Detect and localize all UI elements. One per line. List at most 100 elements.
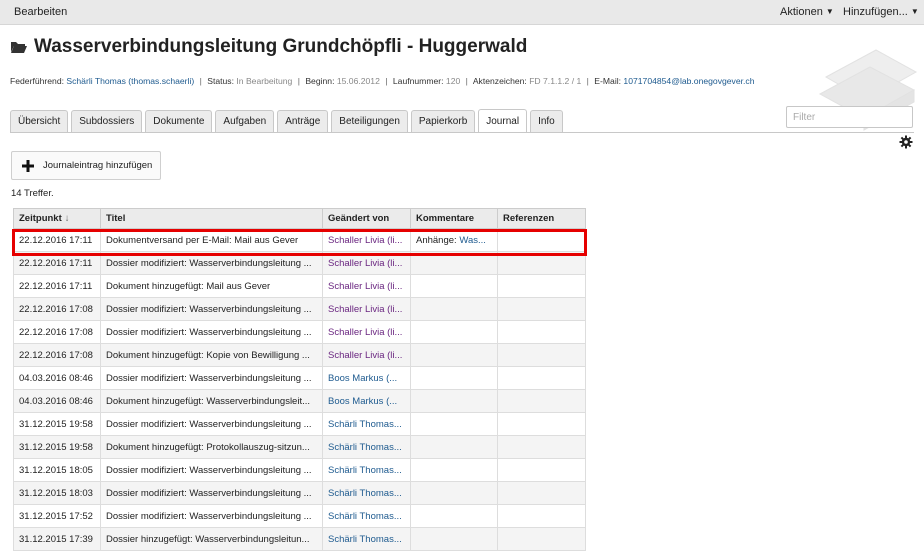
cell-title: Dokumentversand per E-Mail: Mail aus Gev… [100,228,323,252]
table-row: 31.12.2015 18:03 Dossier modifiziert: Was… [13,481,586,505]
cell-references [497,228,586,252]
divider: | [297,76,300,86]
top-bar: Bearbeiten Aktionen ▼ Hinzufügen... ▼ [0,0,924,25]
journal-table: Zeitpunkt ↓ Titel Geändert von Kommentare… [13,208,586,551]
changed-by-link[interactable]: Schaller Livia (li... [328,304,402,315]
cell-time: 31.12.2015 18:05 [13,458,101,482]
cell-changed-by: Schärli Thomas... [322,458,411,482]
cell-comment [410,504,498,528]
tab-subdossiers[interactable]: Subdossiers [71,110,143,132]
column-header-time[interactable]: Zeitpunkt ↓ [13,208,101,229]
cell-changed-by: Boos Markus (... [322,366,411,390]
table-row: 22.12.2016 17:11 Dokumentversand per E-Ma… [13,228,586,252]
table-row: 04.03.2016 08:46 Dossier modifiziert: Was… [13,366,586,390]
column-header-comments[interactable]: Kommentare [410,208,498,229]
number-value: 120 [445,76,461,86]
cell-comment [410,458,498,482]
cell-title: Dokument hinzugefügt: Protokollauszug-si… [100,435,323,459]
add-menu[interactable]: Hinzufügen... ▼ [843,6,919,18]
tab-trash[interactable]: Papierkorb [410,110,476,132]
cell-comment [410,320,498,344]
page-title: Wasserverbindungsleitung Grundchöpfli - … [34,36,528,57]
cell-references [497,412,586,436]
cell-time: 04.03.2016 08:46 [13,389,101,413]
cell-references [497,274,586,298]
column-header-time-label: Zeitpunkt [19,213,62,224]
cell-title: Dokument hinzugefügt: Wasserverbindungsl… [100,389,323,413]
tab-participations[interactable]: Beteiligungen [331,110,408,132]
table-row: 22.12.2016 17:11 Dokument hinzugefügt: Ma… [13,274,586,298]
cell-comment [410,481,498,505]
cell-changed-by: Schärli Thomas... [322,412,411,436]
page-header: Wasserverbindungsleitung Grundchöpfli - … [10,34,527,60]
start-value: 15.06.2012 [336,76,380,86]
changed-by-link[interactable]: Schärli Thomas... [328,419,402,430]
tab-journal[interactable]: Journal [478,109,528,132]
comment-attachment-link[interactable]: Was... [459,235,486,246]
cell-comment [410,435,498,459]
cell-title: Dossier modifiziert: Wasserverbindungsle… [100,297,323,321]
changed-by-link[interactable]: Schaller Livia (li... [328,281,402,292]
filter-input[interactable] [786,106,913,128]
add-journal-entry-label: Journaleintrag hinzufügen [43,160,153,171]
cell-comment: Anhänge: Was... [410,228,498,252]
tab-proposals[interactable]: Anträge [277,110,329,132]
changed-by-link[interactable]: Schaller Livia (li... [328,235,402,246]
actions-menu[interactable]: Aktionen ▼ [780,6,834,18]
changed-by-link[interactable]: Schärli Thomas... [328,488,402,499]
cell-changed-by: Schaller Livia (li... [322,343,411,367]
changed-by-link[interactable]: Schärli Thomas... [328,511,402,522]
status-value: In Bearbeitung [236,76,293,86]
gear-icon[interactable] [899,135,913,149]
chevron-down-icon: ▼ [910,7,919,16]
tab-info[interactable]: Info [530,110,563,132]
number-label: Laufnummer: [392,76,444,86]
tab-documents[interactable]: Dokumente [145,110,213,132]
changed-by-link[interactable]: Schaller Livia (li... [328,327,402,338]
edit-menu[interactable]: Bearbeiten [14,6,67,18]
cell-title: Dossier hinzugefügt: Wasserverbindungsle… [100,527,323,551]
cell-title: Dossier modifiziert: Wasserverbindungsle… [100,458,323,482]
add-journal-entry-button[interactable]: Journaleintrag hinzufügen [11,151,161,180]
cell-comment [410,297,498,321]
cell-references [497,527,586,551]
cell-comment [410,274,498,298]
cell-changed-by: Schaller Livia (li... [322,228,411,252]
tab-overview[interactable]: Übersicht [10,110,69,132]
dossier-metadata: Federführend: Schärli Thomas (thomas.sch… [10,76,754,86]
table-row: 22.12.2016 17:08 Dossier modifiziert: Was… [13,297,586,321]
table-row: 04.03.2016 08:46 Dokument hinzugefügt: Wa… [13,389,586,413]
email-label: E-Mail: [594,76,622,86]
column-header-changed-by[interactable]: Geändert von [322,208,411,229]
lead-value-link[interactable]: Schärli Thomas (thomas.schaerli) [66,76,194,86]
changed-by-link[interactable]: Schaller Livia (li... [328,258,402,269]
cell-comment [410,527,498,551]
changed-by-link[interactable]: Schärli Thomas... [328,534,402,545]
comment-label: Anhänge: [416,234,457,246]
table-header-row: Zeitpunkt ↓ Titel Geändert von Kommentare… [13,208,586,229]
cell-time: 31.12.2015 18:03 [13,481,101,505]
cell-changed-by: Schärli Thomas... [322,481,411,505]
tab-tasks[interactable]: Aufgaben [215,110,275,132]
cell-references [497,389,586,413]
table-row: 31.12.2015 19:58 Dokument hinzugefügt: Pr… [13,435,586,459]
cell-changed-by: Boos Markus (... [322,389,411,413]
changed-by-link[interactable]: Boos Markus (... [328,373,397,384]
cell-changed-by: Schaller Livia (li... [322,320,411,344]
cell-references [497,481,586,505]
cell-time: 22.12.2016 17:08 [13,320,101,344]
table-row: 31.12.2015 17:52 Dossier modifiziert: Was… [13,504,586,528]
changed-by-link[interactable]: Boos Markus (... [328,396,397,407]
table-row: 22.12.2016 17:11 Dossier modifiziert: Was… [13,251,586,275]
journal-table-body: 22.12.2016 17:11 Dokumentversand per E-Ma… [13,228,586,551]
column-header-title[interactable]: Titel [100,208,323,229]
email-link[interactable]: 1071704854@lab.onegovgever.ch [623,76,754,86]
cell-references [497,458,586,482]
column-header-references[interactable]: Referenzen [497,208,586,229]
cell-changed-by: Schärli Thomas... [322,527,411,551]
changed-by-link[interactable]: Schärli Thomas... [328,465,402,476]
cell-title: Dossier modifiziert: Wasserverbindungsle… [100,481,323,505]
result-count: 14 Treffer. [11,188,54,199]
changed-by-link[interactable]: Schärli Thomas... [328,442,402,453]
changed-by-link[interactable]: Schaller Livia (li... [328,350,402,361]
